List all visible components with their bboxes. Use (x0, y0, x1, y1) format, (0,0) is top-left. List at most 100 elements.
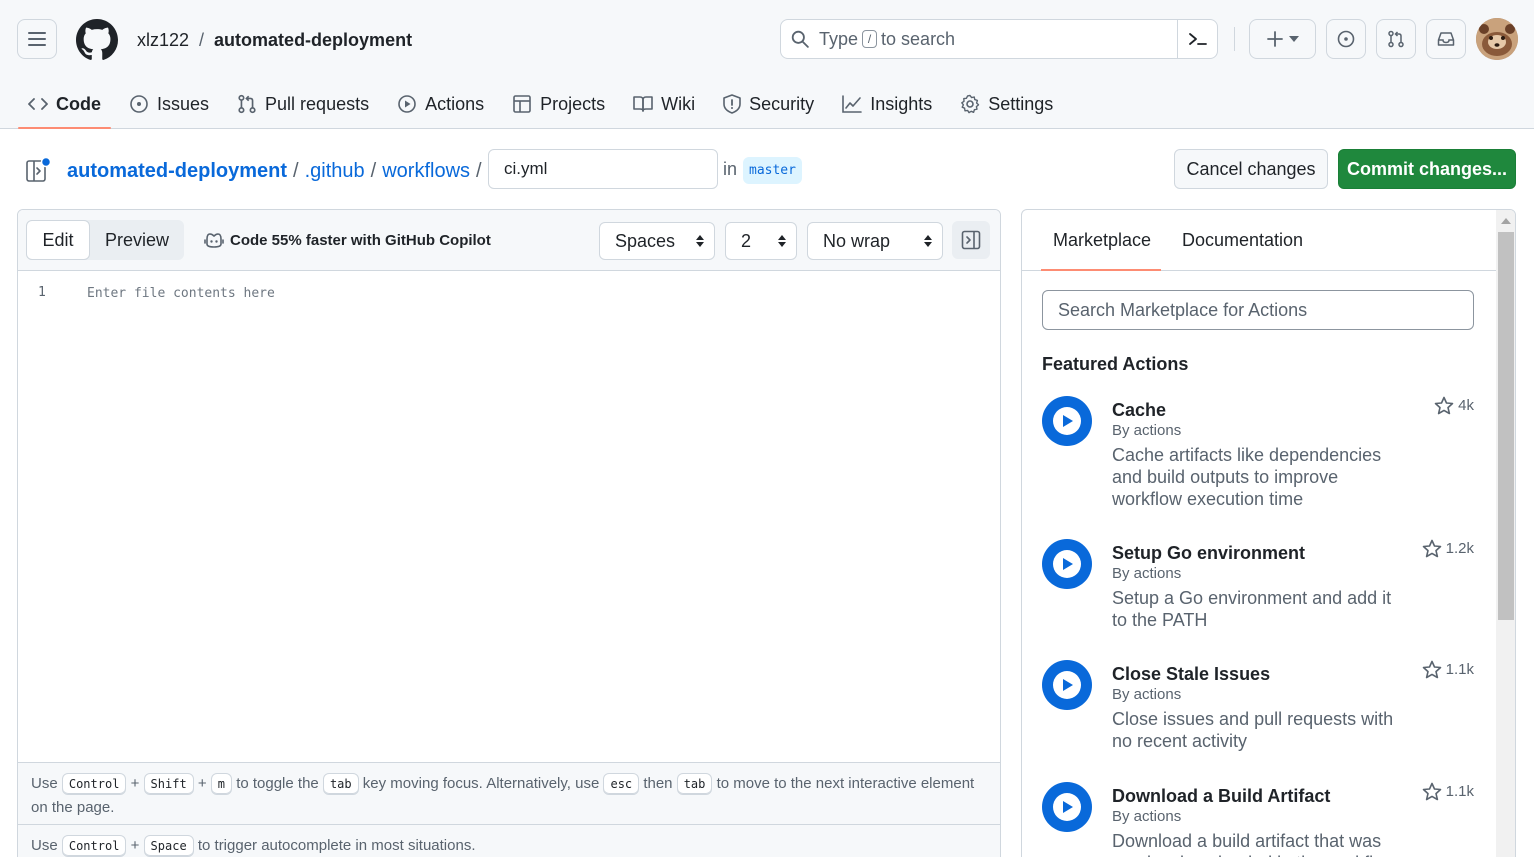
indent-mode-select[interactable]: Spaces (599, 222, 715, 260)
edit-preview-toggle: Edit Preview (26, 220, 184, 260)
action-author: By actions (1112, 565, 1182, 582)
tab-issues[interactable]: Issues (119, 80, 219, 128)
scroll-up-icon[interactable] (1501, 218, 1511, 224)
panel-scrollbar[interactable] (1496, 210, 1515, 857)
tab-wiki[interactable]: Wiki (623, 80, 705, 128)
breadcrumb-repo-link[interactable]: automated-deployment (67, 160, 287, 183)
action-item[interactable]: Close Stale Issues By actions Close issu… (1042, 660, 1474, 760)
editor-placeholder: Enter file contents here (87, 286, 275, 301)
tab-marketplace[interactable]: Marketplace (1040, 210, 1162, 271)
triangle-down-icon (1288, 36, 1299, 42)
repo-owner-link[interactable]: xlz122 (137, 30, 189, 51)
breadcrumb-sep: / (293, 159, 299, 182)
copilot-promo-link[interactable]: Code 55% faster with GitHub Copilot (204, 231, 491, 249)
kbd-m: m (210, 773, 233, 795)
marketplace-panel: Marketplace Documentation Search Marketp… (1021, 209, 1516, 857)
tab-documentation[interactable]: Documentation (1182, 210, 1303, 270)
action-logo (1042, 660, 1092, 710)
select-arrows-icon (924, 235, 932, 247)
copilot-promo-label: Code 55% faster with GitHub Copilot (230, 231, 491, 249)
action-item[interactable]: Setup Go environment By actions Setup a … (1042, 539, 1474, 639)
breadcrumb-github-link[interactable]: .github (305, 160, 365, 183)
filename-input[interactable]: ci.yml (488, 149, 718, 189)
kbd-tab: tab (322, 773, 359, 795)
panel-tabs: Marketplace Documentation (1022, 210, 1496, 271)
tab-security[interactable]: Security (713, 80, 824, 128)
search-icon (791, 30, 809, 48)
inbox-button[interactable] (1426, 19, 1466, 59)
create-new-button[interactable] (1249, 19, 1316, 59)
tab-settings[interactable]: Settings (950, 80, 1063, 128)
tab-insights-label: Insights (870, 93, 933, 114)
tab-actions[interactable]: Actions (387, 80, 494, 128)
copilot-icon (204, 233, 224, 248)
kbd-esc: esc (603, 773, 640, 795)
tab-edit[interactable]: Edit (26, 220, 90, 260)
play-icon (398, 95, 416, 113)
marketplace-search-input[interactable]: Search Marketplace for Actions (1042, 290, 1474, 330)
issues-button[interactable] (1326, 19, 1366, 59)
user-avatar[interactable] (1476, 18, 1518, 60)
action-logo (1042, 396, 1092, 446)
action-description: Setup a Go environment and add it to the… (1112, 588, 1392, 630)
pull-request-icon (238, 94, 256, 114)
kbd-control: Control (61, 773, 127, 795)
slash-key-hint: / (862, 30, 878, 48)
tab-pull-requests[interactable]: Pull requests (227, 80, 379, 128)
tab-wiki-label: Wiki (661, 93, 696, 114)
pull-requests-button[interactable] (1376, 19, 1416, 59)
tab-code[interactable]: Code (18, 80, 111, 129)
github-logo-icon[interactable] (76, 19, 118, 61)
action-title[interactable]: Close Stale Issues (1112, 664, 1270, 685)
action-item[interactable]: Download a Build Artifact By actions Dow… (1042, 782, 1474, 857)
action-star-count: 1.1k (1445, 783, 1474, 800)
play-icon (1063, 679, 1073, 691)
action-description: Close issues and pull requests with no r… (1112, 709, 1394, 751)
action-star-count: 1.2k (1445, 540, 1474, 557)
tab-pull-requests-label: Pull requests (265, 93, 370, 114)
hint-text: key moving focus. Alternatively, use (362, 775, 600, 792)
action-title[interactable]: Setup Go environment (1112, 543, 1305, 564)
wrap-mode-select[interactable]: No wrap (807, 222, 943, 260)
file-tree-toggle-icon[interactable] (26, 158, 52, 184)
cancel-changes-button[interactable]: Cancel changes (1174, 149, 1328, 189)
action-star-count: 4k (1458, 397, 1474, 414)
branch-in-label: in (723, 159, 738, 179)
hint-text: to trigger autocomplete in most situatio… (197, 837, 476, 854)
star-icon (1422, 782, 1441, 801)
command-palette-button[interactable] (1177, 20, 1217, 58)
scrollbar-thumb[interactable] (1498, 232, 1514, 620)
menu-button[interactable] (17, 19, 57, 59)
tab-projects[interactable]: Projects (502, 80, 615, 128)
global-header: xlz122 / automated-deployment Type / to … (0, 0, 1534, 129)
action-description: Cache artifacts like dependencies and bu… (1112, 445, 1382, 509)
tab-insights[interactable]: Insights (832, 80, 942, 128)
breadcrumb-sep: / (370, 159, 377, 182)
kbd-plus: + (130, 775, 140, 792)
avatar-image-icon (1476, 18, 1518, 60)
repo-path: xlz122 / automated-deployment (137, 28, 412, 52)
action-star-count: 1.1k (1445, 661, 1474, 678)
star-icon (1422, 539, 1441, 558)
commit-changes-button[interactable]: Commit changes... (1338, 149, 1516, 189)
tab-issues-label: Issues (157, 93, 210, 114)
sidebar-toggle-button[interactable] (952, 221, 990, 259)
code-editor-area[interactable]: 1 Enter file contents here (18, 271, 1000, 762)
indent-size-select[interactable]: 2 (725, 222, 797, 260)
kbd-plus: + (130, 837, 140, 854)
header-divider (1234, 27, 1235, 51)
action-title[interactable]: Cache (1112, 400, 1166, 421)
action-stars: 4k (1434, 396, 1474, 415)
action-logo (1042, 539, 1092, 589)
global-search-input[interactable]: Type / to search (780, 19, 1218, 59)
tab-preview[interactable]: Preview (90, 220, 184, 260)
breadcrumb-workflows-link[interactable]: workflows (382, 160, 470, 183)
hint-text: Use (31, 775, 58, 792)
action-title[interactable]: Download a Build Artifact (1112, 786, 1330, 807)
action-description: Download a build artifact that was previ… (1112, 831, 1396, 857)
tab-code-label: Code (56, 93, 101, 114)
editor-toolbar: Edit Preview Code 55% faster with GitHub… (18, 210, 1000, 271)
repo-name-link[interactable]: automated-deployment (214, 30, 412, 51)
issue-icon (1337, 30, 1355, 48)
action-item[interactable]: Cache By actions Cache artifacts like de… (1042, 396, 1474, 516)
